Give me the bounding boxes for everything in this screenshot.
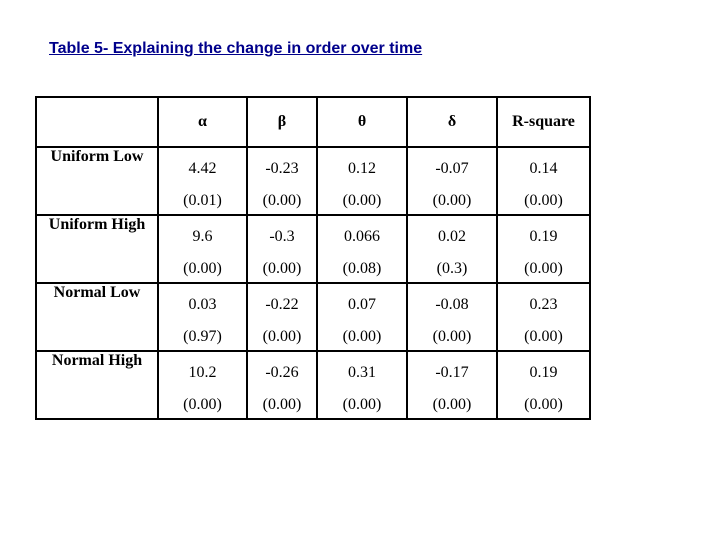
cell-r-square: 0.14 (0.00)	[496, 146, 591, 216]
cell-content: 4.42 (0.01)	[159, 148, 246, 214]
cell-content: 0.31 (0.00)	[318, 352, 406, 418]
row-label: Normal High	[35, 350, 159, 420]
cell-content: 0.12 (0.00)	[318, 148, 406, 214]
header-row: α β θ δ R-square	[35, 96, 591, 148]
header-beta: β	[246, 96, 318, 148]
table-row: Uniform High 9.6 (0.00) -0.3 (0.00) 0.066 (0.0…	[35, 214, 591, 284]
p-value: (0.00)	[432, 328, 472, 345]
header-alpha: α	[157, 96, 248, 148]
cell-content: 9.6 (0.00)	[159, 216, 246, 282]
p-value: (0.00)	[524, 328, 563, 345]
table-row: Uniform Low 4.42 (0.01) -0.23 (0.00) 0.12 (0.0…	[35, 146, 591, 216]
table-row: Normal Low 0.03 (0.97) -0.22 (0.00) 0.07 (0.00…	[35, 282, 591, 352]
results-table: α β θ δ R-square Uniform Low 4.42 (0.01) -0…	[35, 96, 591, 420]
cell-theta: 0.31 (0.00)	[316, 350, 408, 420]
coefficient-value: -0.17	[435, 364, 469, 381]
cell-content: -0.08 (0.00)	[408, 284, 496, 350]
cell-delta: -0.08 (0.00)	[406, 282, 498, 352]
coefficient-value: 10.2	[188, 364, 217, 381]
coefficient-value: 0.066	[344, 228, 380, 245]
header-delta: δ	[406, 96, 498, 148]
cell-content: 0.19 (0.00)	[498, 216, 589, 282]
p-value: (0.00)	[183, 396, 222, 413]
coefficient-value: -0.23	[265, 160, 299, 177]
cell-content: 0.14 (0.00)	[498, 148, 589, 214]
cell-r-square: 0.19 (0.00)	[496, 214, 591, 284]
cell-content: 0.02 (0.3)	[408, 216, 496, 282]
coefficient-value: 0.07	[348, 296, 376, 313]
cell-content: -0.3 (0.00)	[248, 216, 316, 282]
cell-content: -0.22 (0.00)	[248, 284, 316, 350]
coefficient-value: 0.23	[529, 296, 558, 313]
coefficient-value: 0.14	[529, 160, 558, 177]
cell-content: -0.26 (0.00)	[248, 352, 316, 418]
p-value: (0.00)	[342, 328, 382, 345]
coefficient-value: 0.03	[188, 296, 217, 313]
coefficient-value: -0.26	[265, 364, 299, 381]
coefficient-value: 0.19	[529, 364, 558, 381]
coefficient-value: -0.22	[265, 296, 299, 313]
cell-content: 0.07 (0.00)	[318, 284, 406, 350]
cell-content: 0.03 (0.97)	[159, 284, 246, 350]
p-value: (0.08)	[342, 260, 382, 277]
cell-content: 0.23 (0.00)	[498, 284, 589, 350]
cell-delta: -0.17 (0.00)	[406, 350, 498, 420]
table-row: Normal High 10.2 (0.00) -0.26 (0.00) 0.31 (0.0…	[35, 350, 591, 420]
cell-delta: -0.07 (0.00)	[406, 146, 498, 216]
cell-content: 0.066 (0.08)	[318, 216, 406, 282]
coefficient-value: -0.3	[269, 228, 295, 245]
cell-delta: 0.02 (0.3)	[406, 214, 498, 284]
p-value: (0.00)	[524, 396, 563, 413]
p-value: (0.00)	[262, 260, 302, 277]
coefficient-value: 0.12	[348, 160, 376, 177]
coefficient-value: -0.08	[435, 296, 469, 313]
cell-theta: 0.066 (0.08)	[316, 214, 408, 284]
cell-alpha: 10.2 (0.00)	[157, 350, 248, 420]
cell-beta: -0.22 (0.00)	[246, 282, 318, 352]
header-r-square: R-square	[496, 96, 591, 148]
cell-content: -0.17 (0.00)	[408, 352, 496, 418]
p-value: (0.00)	[262, 396, 302, 413]
table-title: Table 5- Explaining the change in order …	[49, 40, 423, 57]
cell-r-square: 0.23 (0.00)	[496, 282, 591, 352]
cell-content: 10.2 (0.00)	[159, 352, 246, 418]
header-theta: θ	[316, 96, 408, 148]
p-value: (0.00)	[524, 260, 563, 277]
coefficient-value: 0.19	[529, 228, 558, 245]
cell-theta: 0.07 (0.00)	[316, 282, 408, 352]
row-label: Uniform High	[35, 214, 159, 284]
cell-r-square: 0.19 (0.00)	[496, 350, 591, 420]
coefficient-value: 4.42	[188, 160, 217, 177]
p-value: (0.00)	[262, 328, 302, 345]
p-value: (0.00)	[262, 192, 302, 209]
p-value: (0.3)	[436, 260, 468, 277]
row-label: Uniform Low	[35, 146, 159, 216]
coefficient-value: 0.31	[348, 364, 376, 381]
cell-alpha: 4.42 (0.01)	[157, 146, 248, 216]
p-value: (0.00)	[524, 192, 563, 209]
cell-alpha: 9.6 (0.00)	[157, 214, 248, 284]
p-value: (0.00)	[432, 396, 472, 413]
cell-content: 0.19 (0.00)	[498, 352, 589, 418]
cell-content: -0.23 (0.00)	[248, 148, 316, 214]
header-corner	[35, 96, 159, 148]
row-label: Normal Low	[35, 282, 159, 352]
coefficient-value: 9.6	[192, 228, 213, 245]
p-value: (0.00)	[342, 192, 382, 209]
cell-content: -0.07 (0.00)	[408, 148, 496, 214]
p-value: (0.00)	[342, 396, 382, 413]
cell-beta: -0.23 (0.00)	[246, 146, 318, 216]
coefficient-value: -0.07	[435, 160, 469, 177]
coefficient-value: 0.02	[438, 228, 466, 245]
p-value: (0.97)	[183, 328, 222, 345]
p-value: (0.01)	[183, 192, 222, 209]
cell-beta: -0.3 (0.00)	[246, 214, 318, 284]
p-value: (0.00)	[183, 260, 222, 277]
cell-theta: 0.12 (0.00)	[316, 146, 408, 216]
cell-alpha: 0.03 (0.97)	[157, 282, 248, 352]
cell-beta: -0.26 (0.00)	[246, 350, 318, 420]
p-value: (0.00)	[432, 192, 472, 209]
